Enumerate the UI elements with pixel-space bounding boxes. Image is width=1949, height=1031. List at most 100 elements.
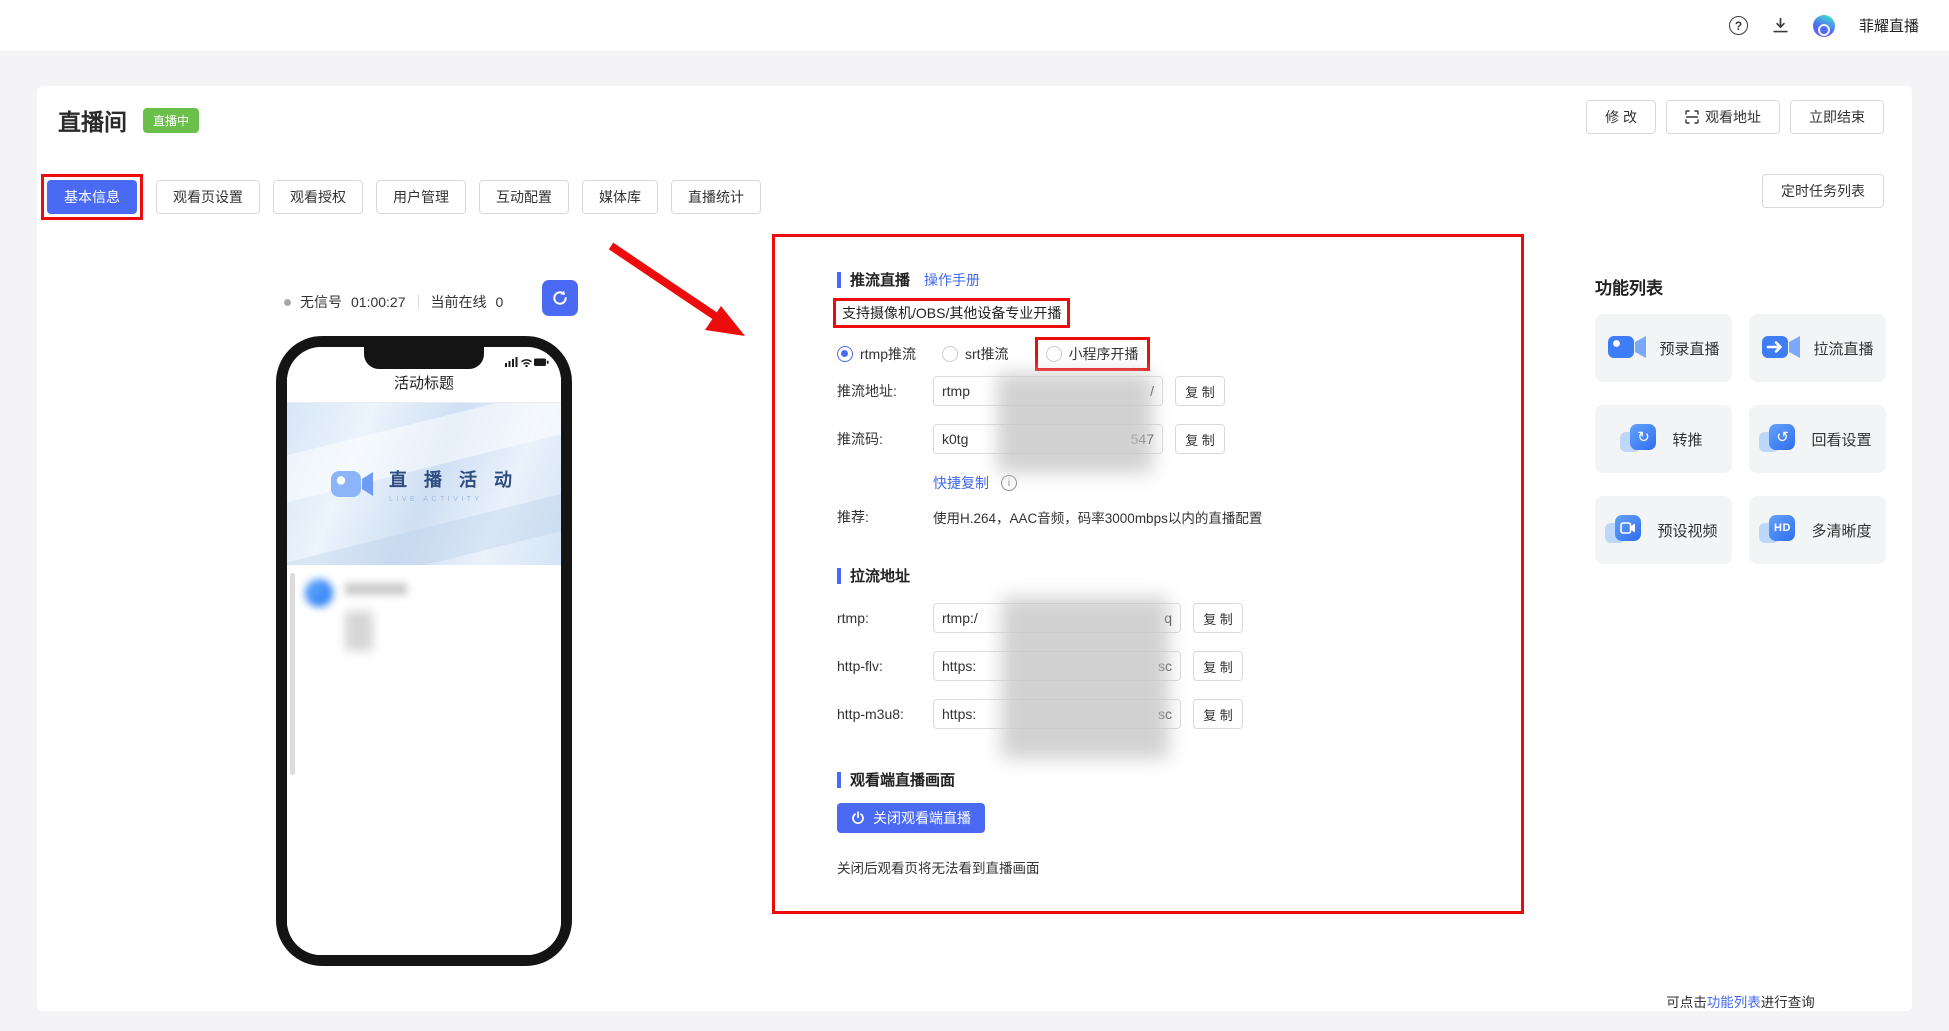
pull-camera-icon (1761, 333, 1803, 363)
tab-media-library[interactable]: 媒体库 (582, 180, 658, 214)
push-code-label: 推流码: (837, 429, 933, 449)
live-status-badge: 直播中 (143, 108, 199, 133)
pull-flv-label: http-flv: (837, 658, 933, 674)
viewer-section-header: 观看端直播画面 (837, 769, 955, 790)
tab-live-statistics[interactable]: 直播统计 (671, 180, 761, 214)
phone-chat-area (287, 565, 561, 955)
push-section-title: 推流直播 (850, 269, 910, 290)
feature-card-preset-video[interactable]: 预设视频 (1595, 496, 1732, 564)
divider (418, 295, 419, 309)
phone-notch (364, 347, 484, 369)
radio-srt-label: srt推流 (965, 344, 1009, 364)
tab-interaction-config[interactable]: 互动配置 (479, 180, 569, 214)
support-note-row: 支持摄像机/OBS/其他设备专业开播 (833, 298, 1070, 328)
banner-subtitle: LIVE ACTIVITY (389, 496, 518, 503)
phone-screen: 活动标题 直 播 活 动 LIVE ACTIVITY (287, 347, 561, 955)
refresh-icon (551, 289, 569, 307)
copy-pull-m3u8-button[interactable]: 复 制 (1193, 699, 1243, 729)
chat-avatar-blurred (305, 579, 333, 607)
blurred-secret-region (1001, 597, 1169, 759)
radio-unselected-icon (1046, 346, 1062, 362)
quick-copy-link[interactable]: 快捷复制 (933, 473, 989, 493)
annotation-arrow (603, 238, 753, 346)
download-icon[interactable] (1772, 17, 1789, 34)
end-now-button[interactable]: 立即结束 (1790, 100, 1884, 134)
radio-unselected-icon (942, 346, 958, 362)
help-icon[interactable]: ? (1729, 16, 1748, 35)
features-footer: 可点击功能列表进行查询 (1595, 991, 1886, 1011)
preset-video-icon (1609, 515, 1647, 545)
pull-m3u8-prefix: https: (942, 706, 976, 722)
stream-status-line: 无信号 01:00:27 当前在线 0 (284, 292, 503, 312)
pull-m3u8-label: http-m3u8: (837, 706, 933, 722)
page-title: 直播间 (58, 103, 127, 137)
feature-label: 预录直播 (1659, 338, 1719, 359)
banner-title: 直 播 活 动 (389, 466, 518, 492)
push-url-prefix: rtmp (942, 383, 970, 399)
viewer-section-title: 观看端直播画面 (850, 769, 955, 790)
radio-srt-push[interactable]: srt推流 (942, 344, 1009, 364)
radio-rtmp-push[interactable]: rtmp推流 (837, 344, 916, 364)
live-room-page: ? 菲耀直播 直播间 直播中 修 改 观看地址 (0, 0, 1949, 1031)
tab-watch-authorization[interactable]: 观看授权 (273, 180, 363, 214)
phone-status-icons (505, 356, 549, 367)
top-header: ? 菲耀直播 (0, 0, 1949, 52)
footer-suffix: 进行查询 (1761, 995, 1815, 1010)
forward-sync-icon: ↻ (1624, 424, 1662, 454)
record-camera-icon (1607, 333, 1649, 363)
copy-push-url-button[interactable]: 复 制 (1175, 376, 1225, 406)
copy-push-code-button[interactable]: 复 制 (1175, 424, 1225, 454)
scheduled-tasks-button[interactable]: 定时任务列表 (1762, 174, 1884, 208)
blurred-secret-region (997, 373, 1153, 473)
push-code-prefix: k0tg (942, 431, 968, 447)
recommend-text: 使用H.264，AAC音频，码率3000mbps以内的直播配置 (933, 507, 1262, 527)
feature-card-multi-quality[interactable]: HD 多清晰度 (1749, 496, 1886, 564)
section-bar (837, 272, 841, 288)
push-stream-panel-annotation: 推流直播 操作手册 支持摄像机/OBS/其他设备专业开播 rtmp推流 srt推… (772, 234, 1524, 914)
refresh-button[interactable] (542, 280, 578, 316)
phone-preview: 活动标题 直 播 活 动 LIVE ACTIVITY (276, 336, 572, 966)
annotation-box-basic-info: 基本信息 (41, 174, 143, 220)
chat-username-blurred (345, 583, 407, 595)
chat-message-blurred (345, 611, 373, 651)
feature-card-replay[interactable]: ↺ 回看设置 (1749, 405, 1886, 473)
feature-card-forward[interactable]: ↻ 转推 (1595, 405, 1732, 473)
feature-label: 转推 (1672, 429, 1702, 450)
radio-rtmp-label: rtmp推流 (860, 344, 916, 364)
watch-url-label: 观看地址 (1705, 107, 1761, 127)
radio-miniprogram[interactable]: 小程序开播 (1046, 344, 1139, 364)
tab-watch-page-settings[interactable]: 观看页设置 (156, 180, 260, 214)
features-grid: 预录直播 拉流直播 ↻ 转推 ↺ (1595, 314, 1886, 564)
info-icon[interactable]: i (1001, 475, 1017, 491)
edit-button-label: 修 改 (1605, 107, 1637, 127)
pull-rtmp-label: rtmp: (837, 610, 933, 626)
watch-url-button[interactable]: 观看地址 (1666, 100, 1780, 134)
pull-section-header: 拉流地址 (837, 565, 910, 586)
manual-link[interactable]: 操作手册 (924, 270, 980, 290)
stream-duration: 01:00:27 (351, 294, 406, 310)
tab-user-management[interactable]: 用户管理 (376, 180, 466, 214)
features-footer-link[interactable]: 功能列表 (1707, 995, 1761, 1010)
page-actions: 修 改 观看地址 立即结束 (1586, 100, 1884, 134)
online-label: 当前在线 (431, 292, 487, 312)
close-viewer-button[interactable]: 关闭观看端直播 (837, 803, 985, 833)
feature-card-pull-live[interactable]: 拉流直播 (1749, 314, 1886, 382)
brand-name: 菲耀直播 (1859, 15, 1919, 36)
feature-label: 多清晰度 (1811, 520, 1871, 541)
feature-label: 拉流直播 (1813, 338, 1873, 359)
feature-card-prerecord[interactable]: 预录直播 (1595, 314, 1732, 382)
pull-section-title: 拉流地址 (850, 565, 910, 586)
footer-prefix: 可点击 (1666, 995, 1707, 1010)
section-bar (837, 772, 841, 788)
tab-basic-info[interactable]: 基本信息 (47, 180, 137, 214)
online-count: 0 (496, 294, 504, 310)
chat-scrollbar[interactable] (290, 573, 295, 775)
copy-pull-flv-button[interactable]: 复 制 (1193, 651, 1243, 681)
pull-flv-prefix: https: (942, 658, 976, 674)
signal-status-dot (284, 299, 291, 306)
live-banner: 直 播 活 动 LIVE ACTIVITY (287, 403, 561, 565)
copy-pull-rtmp-button[interactable]: 复 制 (1193, 603, 1243, 633)
close-viewer-label: 关闭观看端直播 (873, 808, 971, 828)
edit-button[interactable]: 修 改 (1586, 100, 1656, 134)
push-section-header: 推流直播 操作手册 (837, 269, 980, 290)
